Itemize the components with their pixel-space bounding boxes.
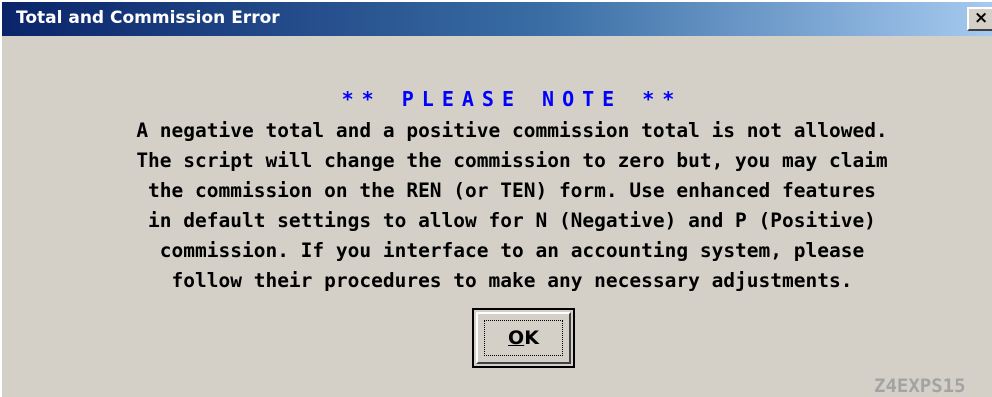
ok-button-focus-rect: OK — [484, 320, 563, 356]
ok-button-bevel: OK — [476, 312, 571, 364]
close-button[interactable]: × — [967, 7, 992, 31]
ok-button-label: OK — [508, 327, 539, 349]
close-icon: × — [974, 8, 989, 28]
ok-rest: K — [524, 327, 539, 349]
ok-mnemonic: O — [508, 327, 525, 349]
message-line: commission. If you interface to an accou… — [159, 239, 865, 262]
message-body: A negative total and a positive commissi… — [2, 116, 992, 296]
message-line: follow their procedures to make any nece… — [171, 269, 853, 292]
message-line: A negative total and a positive commissi… — [136, 119, 888, 142]
message-line: The script will change the commission to… — [136, 149, 888, 172]
title-bar[interactable]: Total and Commission Error × — [2, 2, 992, 36]
message-line: the commission on the REN (or TEN) form.… — [148, 179, 876, 202]
message-line: in default settings to allow for N (Nega… — [148, 209, 876, 232]
ok-button[interactable]: OK — [472, 308, 575, 368]
note-heading: ** PLEASE NOTE ** — [341, 87, 683, 111]
error-dialog: Total and Commission Error × ** PLEASE N… — [0, 0, 992, 397]
window-title: Total and Commission Error — [16, 8, 280, 28]
form-code: Z4EXPS15 — [874, 375, 966, 397]
